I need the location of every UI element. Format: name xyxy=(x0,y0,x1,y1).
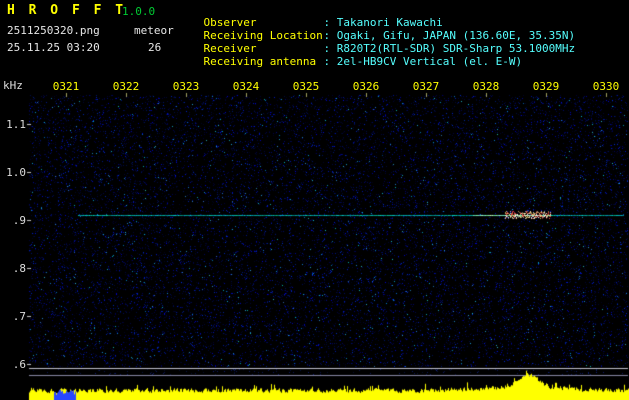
freq-tick-label: .9 xyxy=(12,214,26,227)
time-tick-label: 0326 xyxy=(352,80,380,93)
app-version: 1.0.0 xyxy=(122,5,156,18)
time-tick-label: 0324 xyxy=(232,80,260,93)
info-label: Receiving antenna xyxy=(203,55,317,68)
hrofft-screen: H R O F F T 1.0.0 2511250320.png meteor … xyxy=(0,0,629,400)
info-row-antenna: Receiving antenna : 2el-HB9CV Vertical (e… xyxy=(177,42,523,81)
time-tick-label: 0323 xyxy=(172,80,200,93)
time-tick-label: 0325 xyxy=(292,80,320,93)
file-name: 2511250320.png xyxy=(7,24,100,37)
freq-axis-unit: kHz xyxy=(3,79,23,92)
time-tick-label: 0321 xyxy=(52,80,80,93)
freq-tick-label: .6 xyxy=(12,358,26,371)
datetime-label: 25.11.25 03:20 xyxy=(7,41,100,54)
info-value: : 2el-HB9CV Vertical (el. E-W) xyxy=(323,55,523,68)
app-title: H R O F F T xyxy=(7,3,127,18)
time-tick-label: 0328 xyxy=(472,80,500,93)
time-tick-label: 0330 xyxy=(592,80,620,93)
meteor-count: 26 xyxy=(148,41,162,54)
freq-tick-label: .7 xyxy=(12,310,26,323)
time-tick-label: 0329 xyxy=(532,80,560,93)
freq-tick-label: .8 xyxy=(12,262,26,275)
time-tick-label: 0327 xyxy=(412,80,440,93)
freq-tick-label: 1.1 xyxy=(6,118,26,131)
freq-tick-label: 1.0 xyxy=(6,166,26,179)
mode-label: meteor xyxy=(134,24,174,37)
time-tick-label: 0322 xyxy=(112,80,140,93)
